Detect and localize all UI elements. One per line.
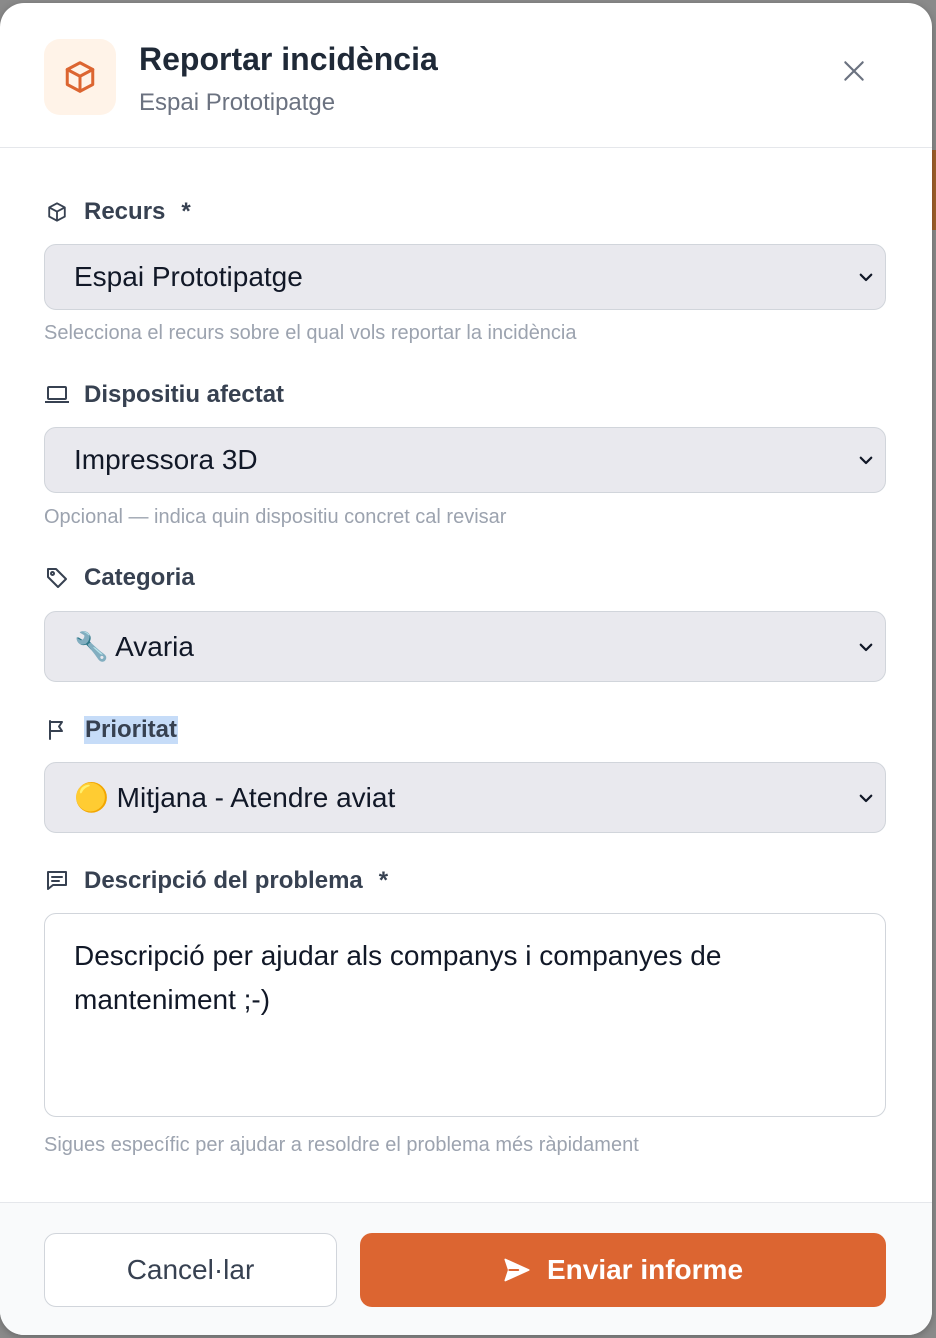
- description-hint: Sigues específic per ajudar a resoldre e…: [44, 1134, 639, 1156]
- device-select-value: Impressora 3D: [74, 444, 258, 475]
- device-label-text: Dispositiu afectat: [84, 381, 285, 408]
- tag-icon: [44, 565, 70, 591]
- priority-label: Prioritat: [44, 716, 179, 744]
- resource-hint: Selecciona el recurs sobre el qual vols …: [44, 322, 577, 344]
- description-textarea[interactable]: Descripció per ajudar als companys i com…: [44, 913, 886, 1117]
- cancel-button-label: Cancel·lar: [126, 1254, 255, 1285]
- priority-select[interactable]: 🟡 Mitjana - Atendre aviat: [44, 762, 886, 833]
- flag-icon: [44, 717, 70, 743]
- modal-subtitle: Espai Prototipatge: [139, 89, 336, 116]
- device-label: Dispositiu afectat: [44, 381, 284, 409]
- chevron-down-icon: [859, 643, 873, 651]
- device-select[interactable]: Impressora 3D: [44, 427, 886, 493]
- priority-select-value: 🟡 Mitjana - Atendre aviat: [74, 782, 396, 813]
- resource-select-value: Espai Prototipatge: [74, 261, 303, 292]
- submit-report-button[interactable]: Enviar informe: [360, 1233, 886, 1307]
- chevron-down-icon: [859, 273, 873, 282]
- category-label-text: Categoria: [84, 564, 195, 591]
- required-mark: *: [181, 198, 191, 225]
- description-text: Descripció per ajudar als companys i com…: [74, 940, 722, 1015]
- chevron-down-icon: [859, 794, 873, 802]
- cube-icon: [65, 61, 95, 93]
- chevron-down-icon: [859, 456, 873, 465]
- modal-footer: Cancel·lar Enviar informe: [0, 1202, 932, 1335]
- message-icon: [44, 868, 70, 894]
- description-label: Descripció del problema *: [44, 867, 388, 895]
- report-incident-modal: Reportar incidència Espai Prototipatge R…: [0, 3, 932, 1335]
- device-hint: Opcional — indica quin dispositiu concre…: [44, 506, 507, 528]
- cube-icon: [44, 199, 70, 225]
- submit-button-label: Enviar informe: [546, 1254, 744, 1285]
- send-icon: [503, 1256, 531, 1284]
- modal-header: Reportar incidència Espai Prototipatge: [0, 3, 932, 148]
- resource-select[interactable]: Espai Prototipatge: [44, 244, 886, 310]
- description-label-text: Descripció del problema: [84, 867, 363, 894]
- required-mark: *: [378, 867, 389, 894]
- header-badge: [44, 39, 116, 115]
- modal-title: Reportar incidència: [139, 41, 438, 77]
- resource-label-text: Recurs: [84, 198, 166, 225]
- close-button[interactable]: [832, 49, 876, 93]
- category-label: Categoria: [44, 564, 195, 592]
- close-icon: [844, 61, 864, 81]
- resource-label: Recurs *: [44, 198, 191, 226]
- cancel-button[interactable]: Cancel·lar: [44, 1233, 337, 1307]
- category-select[interactable]: 🔧 Avaria: [44, 611, 886, 682]
- laptop-icon: [44, 382, 70, 408]
- category-select-value: 🔧 Avaria: [74, 631, 194, 662]
- priority-label-text: Prioritat: [84, 716, 179, 744]
